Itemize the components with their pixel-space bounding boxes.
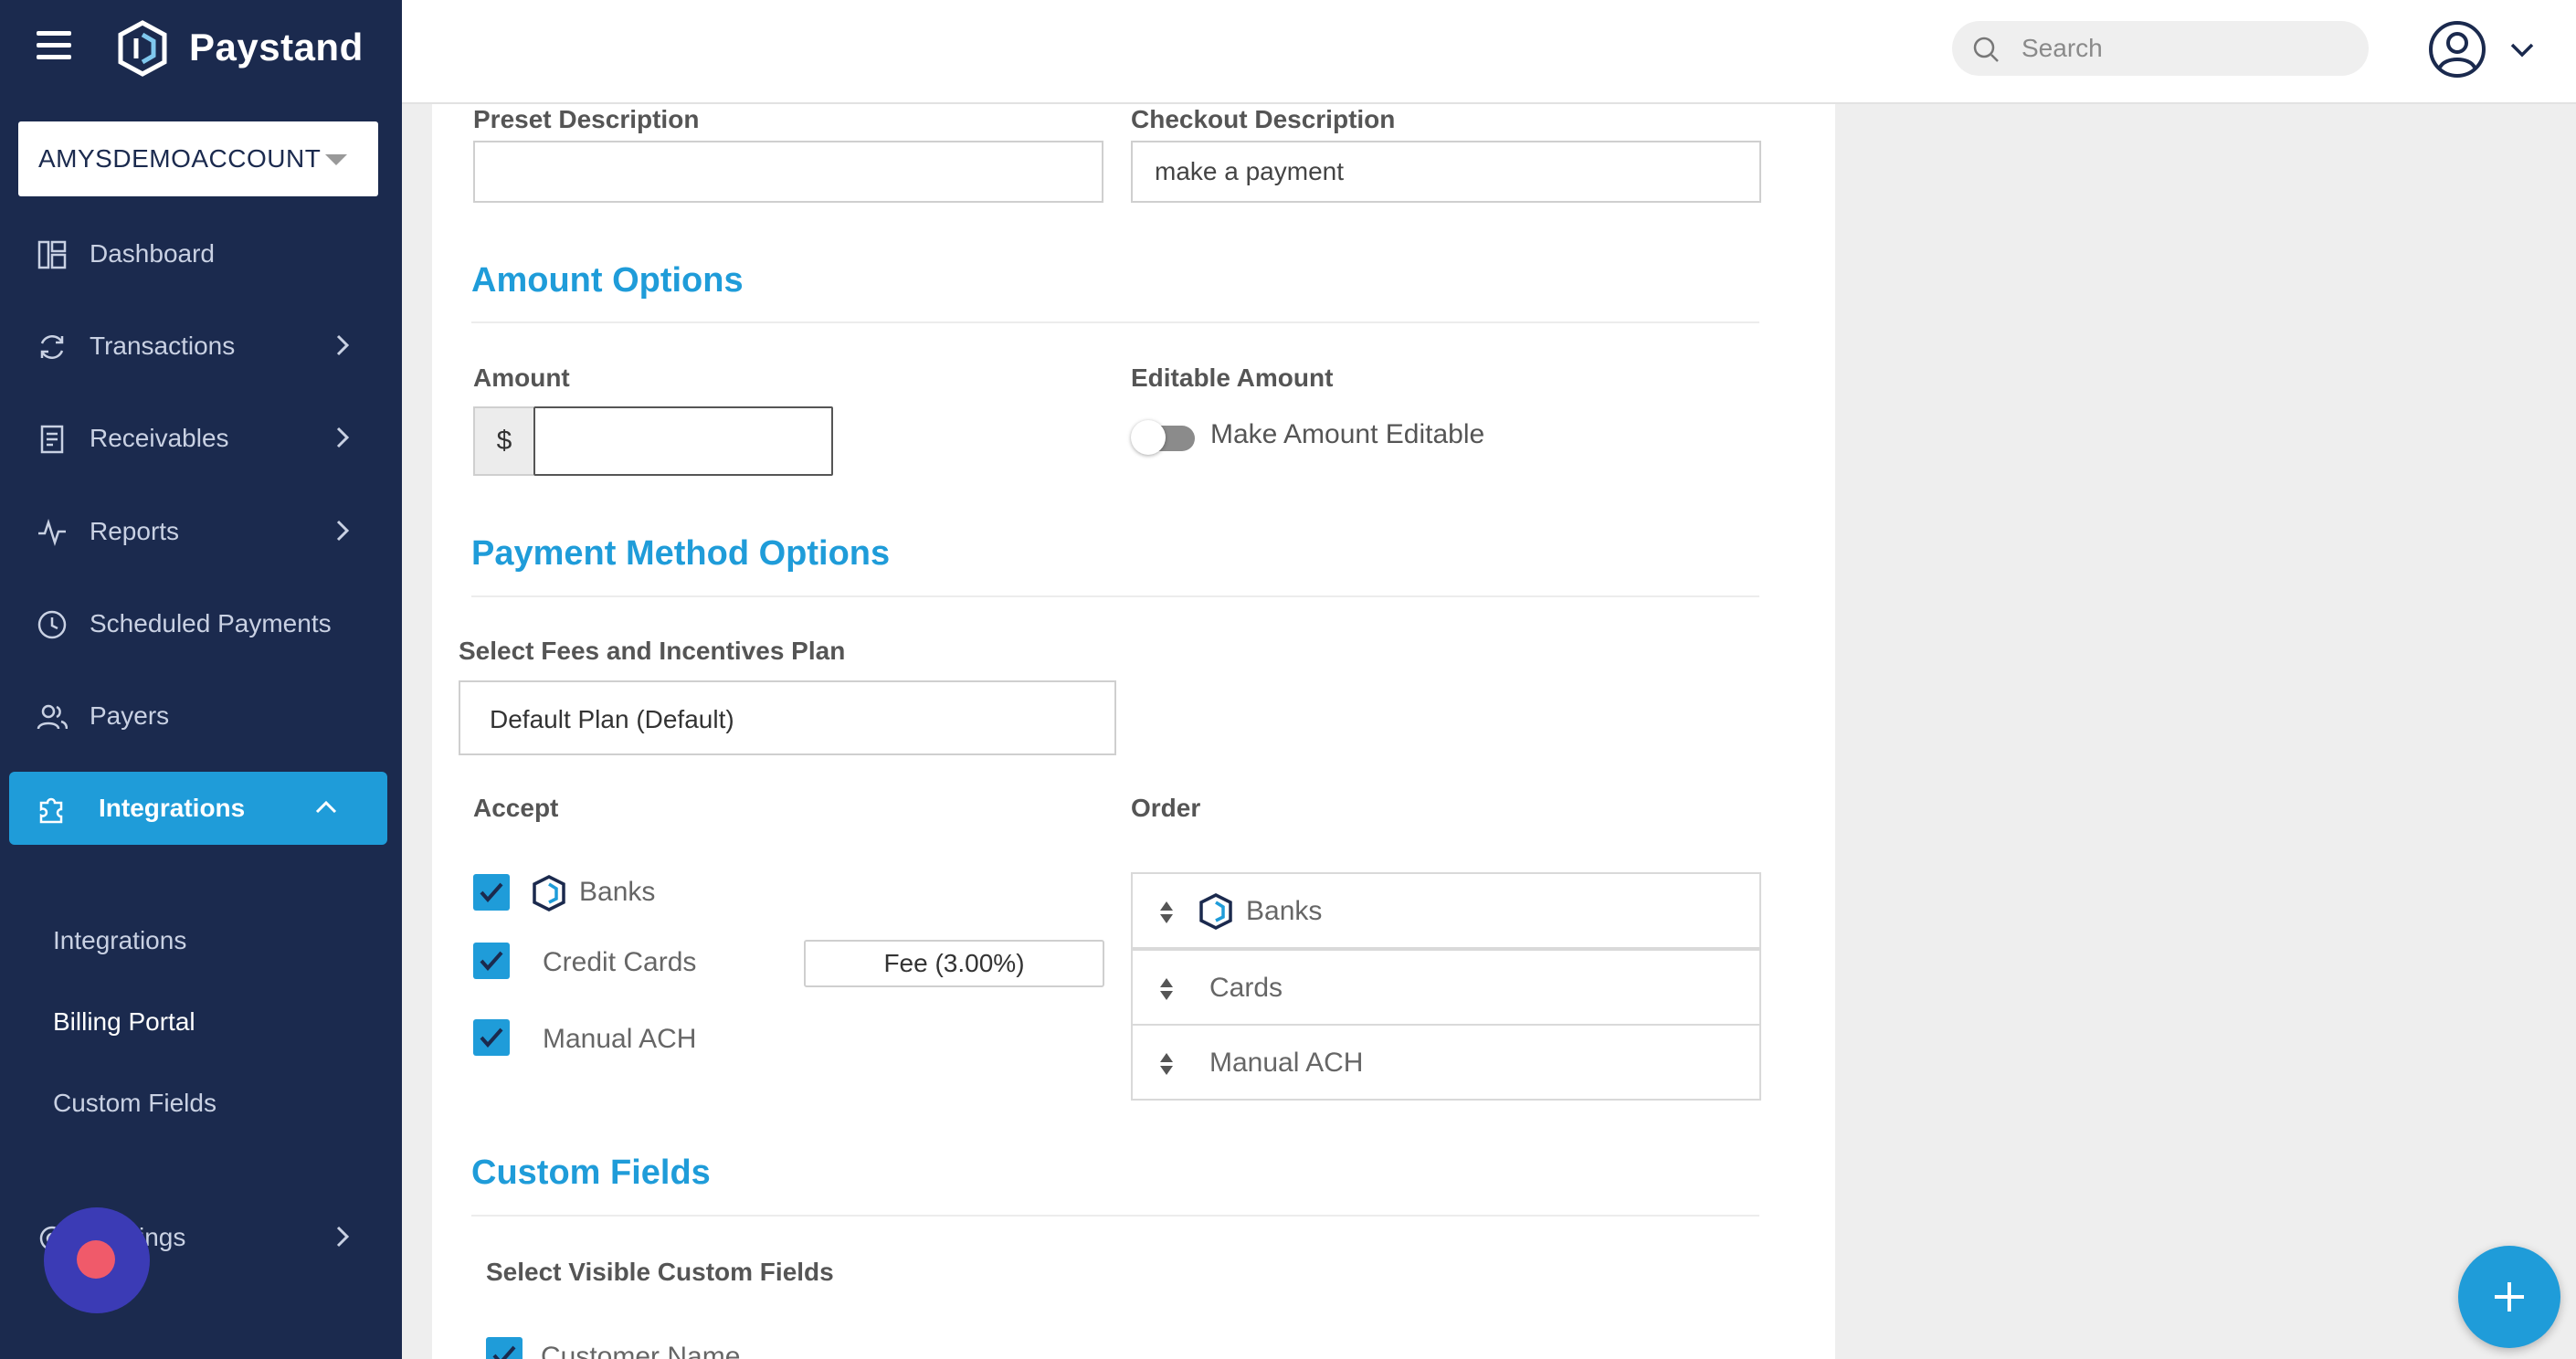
- sidebar: Paystand AMYSDEMOACCOUNT Dashboard Trans…: [0, 0, 402, 1359]
- currency-prefix: $: [473, 406, 533, 476]
- help-chat-button[interactable]: [44, 1207, 150, 1313]
- amount-input[interactable]: [533, 406, 833, 476]
- account-selector[interactable]: AMYSDEMOACCOUNT: [18, 121, 378, 196]
- sort-handle-icon[interactable]: [1158, 976, 1175, 1002]
- sidebar-subitem-integrations[interactable]: Integrations: [53, 924, 186, 957]
- toggle-knob: [1131, 420, 1166, 455]
- refresh-icon: [40, 335, 64, 359]
- fees-plan-select[interactable]: Default Plan (Default): [459, 680, 1116, 755]
- sidebar-item-dashboard[interactable]: Dashboard: [9, 217, 387, 290]
- checkmark-icon: [480, 1027, 503, 1048]
- preset-description-label: Preset Description: [473, 105, 700, 133]
- sidebar-subitem-billing-portal[interactable]: Billing Portal: [53, 1006, 195, 1038]
- section-divider: [471, 595, 1759, 597]
- order-item-label: Manual ACH: [1209, 1048, 1364, 1078]
- custom-field-customer-name-label: Customer Name: [541, 1342, 741, 1359]
- sidebar-item-receivables[interactable]: Receivables: [9, 402, 387, 475]
- sidebar-item-label: Payers: [90, 701, 170, 730]
- activity-icon: [38, 518, 66, 547]
- search-input[interactable]: [2022, 30, 2350, 67]
- payment-method-options-heading: Payment Method Options: [471, 534, 891, 573]
- accept-banks-label: Banks: [579, 877, 656, 907]
- editable-amount-label: Editable Amount: [1131, 363, 1334, 392]
- fees-plan-value: Default Plan (Default): [490, 705, 734, 733]
- accept-credit-cards-checkbox[interactable]: [473, 943, 510, 979]
- notification-dot: [77, 1240, 115, 1279]
- sidebar-item-label: Scheduled Payments: [90, 609, 332, 637]
- order-item-manual-ach[interactable]: Manual ACH: [1131, 1024, 1761, 1101]
- amount-options-heading: Amount Options: [471, 261, 744, 300]
- checkmark-icon: [492, 1345, 516, 1359]
- clock-icon: [37, 610, 67, 639]
- sort-handle-icon[interactable]: [1158, 900, 1175, 925]
- checkout-description-label: Checkout Description: [1131, 105, 1396, 133]
- custom-fields-heading: Custom Fields: [471, 1154, 711, 1192]
- preset-description-input[interactable]: [473, 141, 1103, 203]
- accept-credit-cards-label: Credit Cards: [543, 947, 697, 977]
- order-item-banks[interactable]: Banks: [1131, 872, 1761, 949]
- account-name: AMYSDEMOACCOUNT: [38, 144, 322, 173]
- sidebar-subitem-custom-fields[interactable]: Custom Fields: [53, 1087, 216, 1120]
- order-item-label: Banks: [1246, 896, 1323, 926]
- brand-name: Paystand: [189, 26, 364, 68]
- puzzle-icon: [39, 797, 63, 824]
- custom-field-customer-name-checkbox[interactable]: [486, 1337, 523, 1359]
- order-item-cards[interactable]: Cards: [1131, 949, 1761, 1026]
- card-fee-button[interactable]: Fee (3.00%): [804, 940, 1104, 987]
- accept-manual-ach-checkbox[interactable]: [473, 1019, 510, 1056]
- paystand-logo-icon: [533, 875, 565, 911]
- billing-portal-form: Preset Description Checkout Description …: [432, 104, 1835, 1359]
- sidebar-item-label: Reports: [90, 517, 180, 545]
- brand-header: Paystand: [0, 0, 402, 96]
- paystand-logo-icon: [118, 20, 167, 77]
- sidebar-item-scheduled-payments[interactable]: Scheduled Payments: [9, 587, 387, 660]
- amount-label: Amount: [473, 363, 570, 392]
- order-item-label: Cards: [1209, 973, 1283, 1003]
- search-icon: [1973, 37, 1999, 62]
- chevron-right-icon: [336, 427, 350, 448]
- chevron-down-icon[interactable]: [2508, 40, 2536, 60]
- dashboard-icon: [37, 240, 67, 269]
- add-button[interactable]: [2458, 1246, 2560, 1348]
- user-avatar-icon[interactable]: [2428, 20, 2486, 79]
- receipt-icon: [40, 425, 64, 454]
- editable-amount-toggle-label: Make Amount Editable: [1210, 419, 1485, 449]
- chevron-up-icon: [315, 800, 337, 814]
- sidebar-item-label: Dashboard: [90, 239, 215, 268]
- accept-banks-checkbox[interactable]: [473, 874, 510, 911]
- sidebar-item-label: Receivables: [90, 424, 229, 452]
- sidebar-item-label: Integrations: [99, 794, 246, 822]
- sidebar-item-label: Transactions: [90, 332, 236, 360]
- editable-amount-toggle[interactable]: [1131, 420, 1197, 455]
- fees-plan-label: Select Fees and Incentives Plan: [459, 637, 846, 665]
- section-divider: [471, 321, 1759, 323]
- sidebar-item-payers[interactable]: Payers: [9, 680, 387, 753]
- order-label: Order: [1131, 794, 1201, 822]
- accept-label: Accept: [473, 794, 559, 822]
- checkmark-icon: [480, 951, 503, 972]
- caret-down-icon: [325, 154, 347, 165]
- checkmark-icon: [480, 882, 503, 903]
- hamburger-menu-icon[interactable]: [37, 31, 71, 60]
- accept-manual-ach-label: Manual ACH: [543, 1024, 697, 1054]
- search-box[interactable]: [1952, 21, 2369, 76]
- sidebar-item-integrations[interactable]: Integrations: [9, 772, 387, 845]
- checkout-description-input[interactable]: [1131, 141, 1761, 203]
- plus-icon: [2495, 1282, 2524, 1312]
- chevron-right-icon: [336, 1226, 350, 1248]
- section-divider: [471, 1215, 1759, 1217]
- top-bar: [402, 0, 2576, 104]
- sidebar-item-transactions[interactable]: Transactions: [9, 310, 387, 383]
- users-icon: [37, 704, 68, 730]
- chevron-right-icon: [336, 520, 350, 542]
- sort-handle-icon[interactable]: [1158, 1051, 1175, 1077]
- paystand-logo-icon: [1199, 893, 1232, 930]
- visible-custom-fields-label: Select Visible Custom Fields: [486, 1258, 834, 1286]
- chevron-right-icon: [336, 334, 350, 356]
- sidebar-item-reports[interactable]: Reports: [9, 495, 387, 568]
